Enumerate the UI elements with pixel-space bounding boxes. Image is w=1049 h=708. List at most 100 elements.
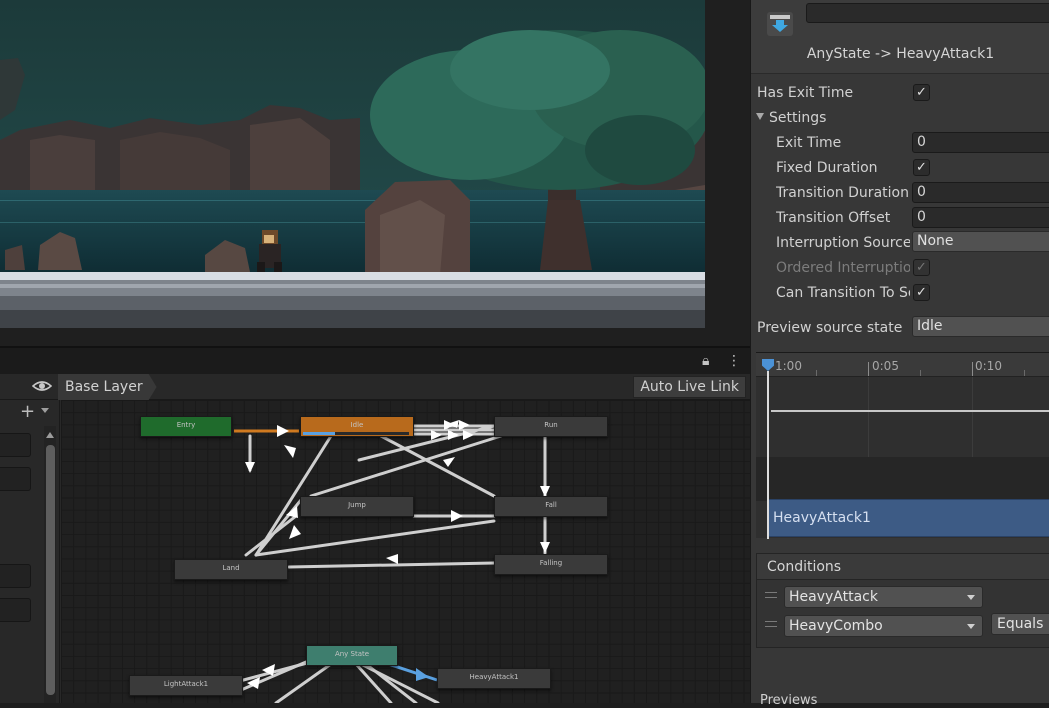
transition-arrow-icon	[451, 510, 463, 522]
state-label: Any State	[334, 650, 370, 658]
ordered-interruption-label: Ordered Interruption	[776, 260, 910, 276]
lock-icon[interactable]: 🔒︎	[702, 353, 709, 369]
parameter-field[interactable]	[0, 564, 31, 588]
drag-handle-icon[interactable]	[765, 592, 777, 598]
state-node-heavyattack1[interactable]: HeavyAttack1	[437, 668, 551, 689]
parameter-field[interactable]	[0, 598, 31, 622]
chevron-down-icon[interactable]	[41, 408, 49, 413]
can-transition-to-self-checkbox[interactable]: ✓	[913, 284, 930, 301]
kebab-menu-icon[interactable]: ⋮	[727, 353, 741, 369]
exit-time-field[interactable]: 0	[912, 132, 1049, 153]
state-label: Run	[544, 421, 558, 429]
state-label: LightAttack1	[163, 680, 209, 688]
state-machine-graph[interactable]: Entry Idle Run Jump Fall Land Falling An…	[61, 400, 750, 703]
scroll-up-arrow-icon[interactable]	[46, 432, 54, 438]
condition-mode-dropdown[interactable]: Equals	[991, 613, 1049, 635]
state-node-fall[interactable]: Fall	[494, 496, 608, 517]
transition-arrow-icon	[386, 554, 398, 564]
state-progress-fill	[303, 432, 335, 435]
fixed-duration-label: Fixed Duration	[776, 160, 878, 176]
state-node-idle[interactable]: Idle	[300, 416, 414, 437]
has-exit-time-checkbox[interactable]: ✓	[913, 84, 930, 101]
condition-parameter-value: HeavyAttack	[789, 589, 878, 605]
state-label: Land	[222, 564, 240, 572]
state-label: Jump	[348, 501, 366, 509]
timeline-gridline	[868, 377, 869, 457]
timeline-gridline	[972, 377, 973, 457]
condition-parameter-dropdown[interactable]: HeavyAttack	[784, 586, 983, 608]
auto-live-link-button[interactable]: Auto Live Link	[633, 376, 746, 398]
conditions-header: Conditions	[757, 554, 1049, 580]
has-exit-time-label: Has Exit Time	[757, 85, 854, 101]
destination-clip-bar[interactable]: HeavyAttack1	[767, 499, 1049, 537]
chevron-down-icon	[967, 595, 975, 600]
timeline-tick	[972, 362, 973, 376]
timeline-tick-label: 0:10	[975, 359, 1002, 373]
timeline-tick-label: 0:05	[872, 359, 899, 373]
transition-line	[287, 561, 496, 569]
interruption-source-dropdown[interactable]: None	[912, 231, 1049, 252]
animator-toolbar: Base Layer Auto Live Link	[0, 374, 750, 400]
transition-offset-field[interactable]: 0	[912, 207, 1049, 228]
transition-arrows	[234, 420, 550, 703]
transition-arrow-icon	[284, 445, 296, 458]
transition-timeline[interactable]: 1:00 0:05 0:10 HeavyAttack1	[756, 352, 1049, 539]
game-view-margin	[705, 0, 750, 346]
transition-arrow-icon	[443, 457, 455, 467]
animator-panel: 🔒︎ ⋮ Base Layer Auto Live Link + Entry I…	[0, 346, 750, 703]
can-transition-to-self-label: Can Transition To Self	[776, 285, 910, 301]
game-view-footer	[0, 328, 750, 346]
settings-foldout[interactable]: Settings	[769, 109, 826, 127]
state-node-land[interactable]: Land	[174, 559, 288, 580]
state-node-falling[interactable]: Falling	[494, 554, 608, 575]
transition-duration-label: Transition Duration	[776, 185, 909, 201]
plus-icon[interactable]: +	[20, 403, 35, 421]
timeline-minor-tick	[1024, 370, 1025, 376]
timeline-source-band	[756, 457, 1049, 501]
foldout-arrow-icon[interactable]	[756, 113, 764, 120]
inspector-header: AnyState -> HeavyAttack1	[751, 0, 1049, 74]
timeline-minor-tick	[920, 370, 921, 376]
chevron-down-icon	[967, 624, 975, 629]
parameter-field[interactable]	[0, 467, 31, 491]
timeline-track-line	[771, 410, 1049, 412]
inspector-title: AnyState -> HeavyAttack1	[806, 46, 995, 62]
transition-name-field[interactable]	[806, 3, 1049, 23]
interruption-source-label: Interruption Source	[776, 235, 910, 251]
state-node-run[interactable]: Run	[494, 416, 608, 437]
parameter-field[interactable]	[0, 433, 31, 457]
exit-time-label: Exit Time	[776, 135, 842, 151]
state-label: Falling	[539, 559, 563, 567]
parameters-sidebar: +	[0, 400, 60, 703]
timeline-tick-label: 1:00	[775, 359, 802, 373]
state-label: Entry	[176, 421, 196, 429]
sidebar-scrollbar-thumb[interactable]	[46, 445, 55, 695]
state-node-jump[interactable]: Jump	[300, 496, 414, 517]
state-node-any-state[interactable]: Any State	[306, 645, 398, 666]
transition-icon	[767, 12, 793, 36]
game-view	[0, 0, 705, 328]
game-scene-illustration	[0, 0, 705, 328]
transition-offset-label: Transition Offset	[776, 210, 891, 226]
breadcrumb-layer[interactable]: Base Layer	[58, 374, 157, 400]
fixed-duration-checkbox[interactable]: ✓	[913, 159, 930, 176]
transition-arrow-icon	[289, 525, 301, 539]
timeline-ruler[interactable]: 1:00 0:05 0:10	[756, 353, 1049, 377]
state-node-lightattack1[interactable]: LightAttack1	[129, 675, 243, 696]
state-label: Fall	[545, 501, 557, 509]
transition-arrow-icon	[416, 668, 429, 681]
state-node-entry[interactable]: Entry	[140, 416, 232, 437]
timeline-tick	[868, 362, 869, 376]
animator-tab-bar: 🔒︎ ⋮	[0, 346, 750, 374]
transition-arrow-icon	[245, 462, 255, 473]
conditions-list: Conditions HeavyAttack HeavyCombo Equals	[756, 553, 1049, 648]
previews-foldout[interactable]: Previews	[760, 693, 817, 708]
transition-duration-field[interactable]: 0	[912, 182, 1049, 203]
eye-icon[interactable]	[32, 378, 52, 394]
condition-parameter-dropdown[interactable]: HeavyCombo	[784, 615, 983, 637]
drag-handle-icon[interactable]	[765, 621, 777, 627]
transition-arrow-icon	[277, 425, 289, 437]
state-label: Idle	[350, 421, 364, 429]
preview-source-dropdown[interactable]: Idle	[912, 316, 1049, 337]
transition-line	[309, 434, 503, 498]
